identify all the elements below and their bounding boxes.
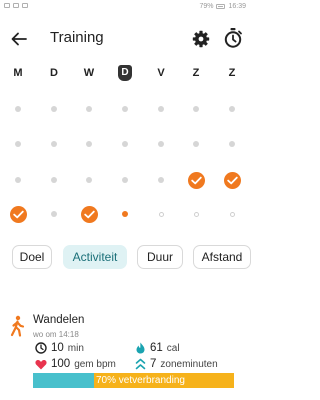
back-button[interactable] <box>8 28 30 50</box>
goal-dot <box>122 141 128 147</box>
goal-dot <box>158 141 164 147</box>
calories-value: 61 <box>150 342 163 354</box>
fat-burn-segment: 70% vetverbranding <box>94 373 234 388</box>
heart-rate-value: 100 <box>51 358 71 370</box>
wifi-icon <box>13 3 19 8</box>
calories-stat: 61 cal <box>135 342 180 354</box>
zone-minutes-unit: zoneminuten <box>160 358 218 370</box>
walking-icon <box>10 315 25 337</box>
calories-unit: cal <box>166 342 180 354</box>
day-label: D <box>50 67 58 79</box>
bluetooth-icon <box>22 3 28 8</box>
tab-duur[interactable]: Duur <box>137 245 183 269</box>
goal-achieved-marker <box>187 171 205 189</box>
activity-time: wo om 14:18 <box>33 330 79 339</box>
back-arrow-icon <box>11 32 27 46</box>
activity-card[interactable]: Wandelen wo om 14:18 10 min 61 cal 100 gem … <box>0 310 251 390</box>
future-day-dot <box>158 211 164 217</box>
tab-activiteit[interactable]: Activiteit <box>63 245 127 269</box>
heart-zone-bar: 70% vetverbranding <box>33 373 234 388</box>
check-icon <box>190 176 202 184</box>
clock-icon <box>35 342 47 354</box>
heart-rate-stat: 100 gem bpm <box>35 358 116 370</box>
status-bar: 79% 16:39 <box>0 0 251 16</box>
goal-dot <box>86 106 92 112</box>
status-icons <box>4 3 28 8</box>
goal-dot <box>122 177 128 183</box>
day-label: V <box>157 67 165 79</box>
tab-doel[interactable]: Doel <box>12 245 52 269</box>
duration-unit: min <box>67 342 84 354</box>
goal-dot <box>51 141 57 147</box>
battery-percent: 79% <box>199 3 214 10</box>
goal-dot <box>51 177 57 183</box>
day-label: Z <box>228 67 236 79</box>
goal-dot <box>158 177 164 183</box>
goal-dot <box>193 106 199 112</box>
zone-minutes-icon <box>135 358 146 370</box>
day-label-today: D <box>118 65 132 81</box>
goal-dot <box>122 106 128 112</box>
signal-icon <box>4 3 10 8</box>
goal-dot <box>15 177 21 183</box>
duration-value: 10 <box>51 342 64 354</box>
goal-dot <box>158 106 164 112</box>
stopwatch-icon <box>224 28 242 48</box>
check-icon <box>12 210 24 218</box>
goal-dot <box>15 141 21 147</box>
activity-name: Wandelen <box>33 314 85 326</box>
settings-button[interactable] <box>191 29 211 49</box>
battery-icon <box>216 4 226 9</box>
filter-tabs: Doel Activiteit Duur Afstand <box>0 245 251 271</box>
tab-afstand[interactable]: Afstand <box>193 245 251 269</box>
future-day-dot <box>229 211 235 217</box>
goal-grid <box>0 90 251 240</box>
goal-dot <box>193 141 199 147</box>
goal-progress-dot <box>122 211 128 217</box>
goal-dot <box>86 141 92 147</box>
goal-achieved-marker <box>223 171 241 189</box>
goal-dot <box>51 211 57 217</box>
day-label: Z <box>192 67 200 79</box>
app-bar: Training <box>0 22 251 56</box>
exercise-tracking-button[interactable] <box>222 27 244 49</box>
light-zone-segment <box>33 373 94 388</box>
check-icon <box>83 210 95 218</box>
day-label: W <box>83 67 95 79</box>
flame-icon <box>136 342 145 354</box>
goal-dot <box>229 106 235 112</box>
zone-minutes-value: 7 <box>150 358 157 370</box>
page-title: Training <box>50 29 104 46</box>
gear-icon <box>192 30 210 48</box>
status-time: 16:39 <box>228 3 246 10</box>
goal-dot <box>86 177 92 183</box>
week-days-row: MDWDVZZ <box>0 64 251 84</box>
future-day-dot <box>193 211 199 217</box>
heart-rate-unit: gem bpm <box>74 358 116 370</box>
goal-dot <box>229 141 235 147</box>
goal-achieved-marker <box>9 205 27 223</box>
goal-dot <box>51 106 57 112</box>
day-label: M <box>13 67 23 79</box>
check-icon <box>226 176 238 184</box>
duration-stat: 10 min <box>35 342 84 354</box>
heart-icon <box>35 359 47 369</box>
goal-dot <box>15 106 21 112</box>
goal-achieved-marker <box>80 205 98 223</box>
zone-minutes-stat: 7 zoneminuten <box>135 358 218 370</box>
